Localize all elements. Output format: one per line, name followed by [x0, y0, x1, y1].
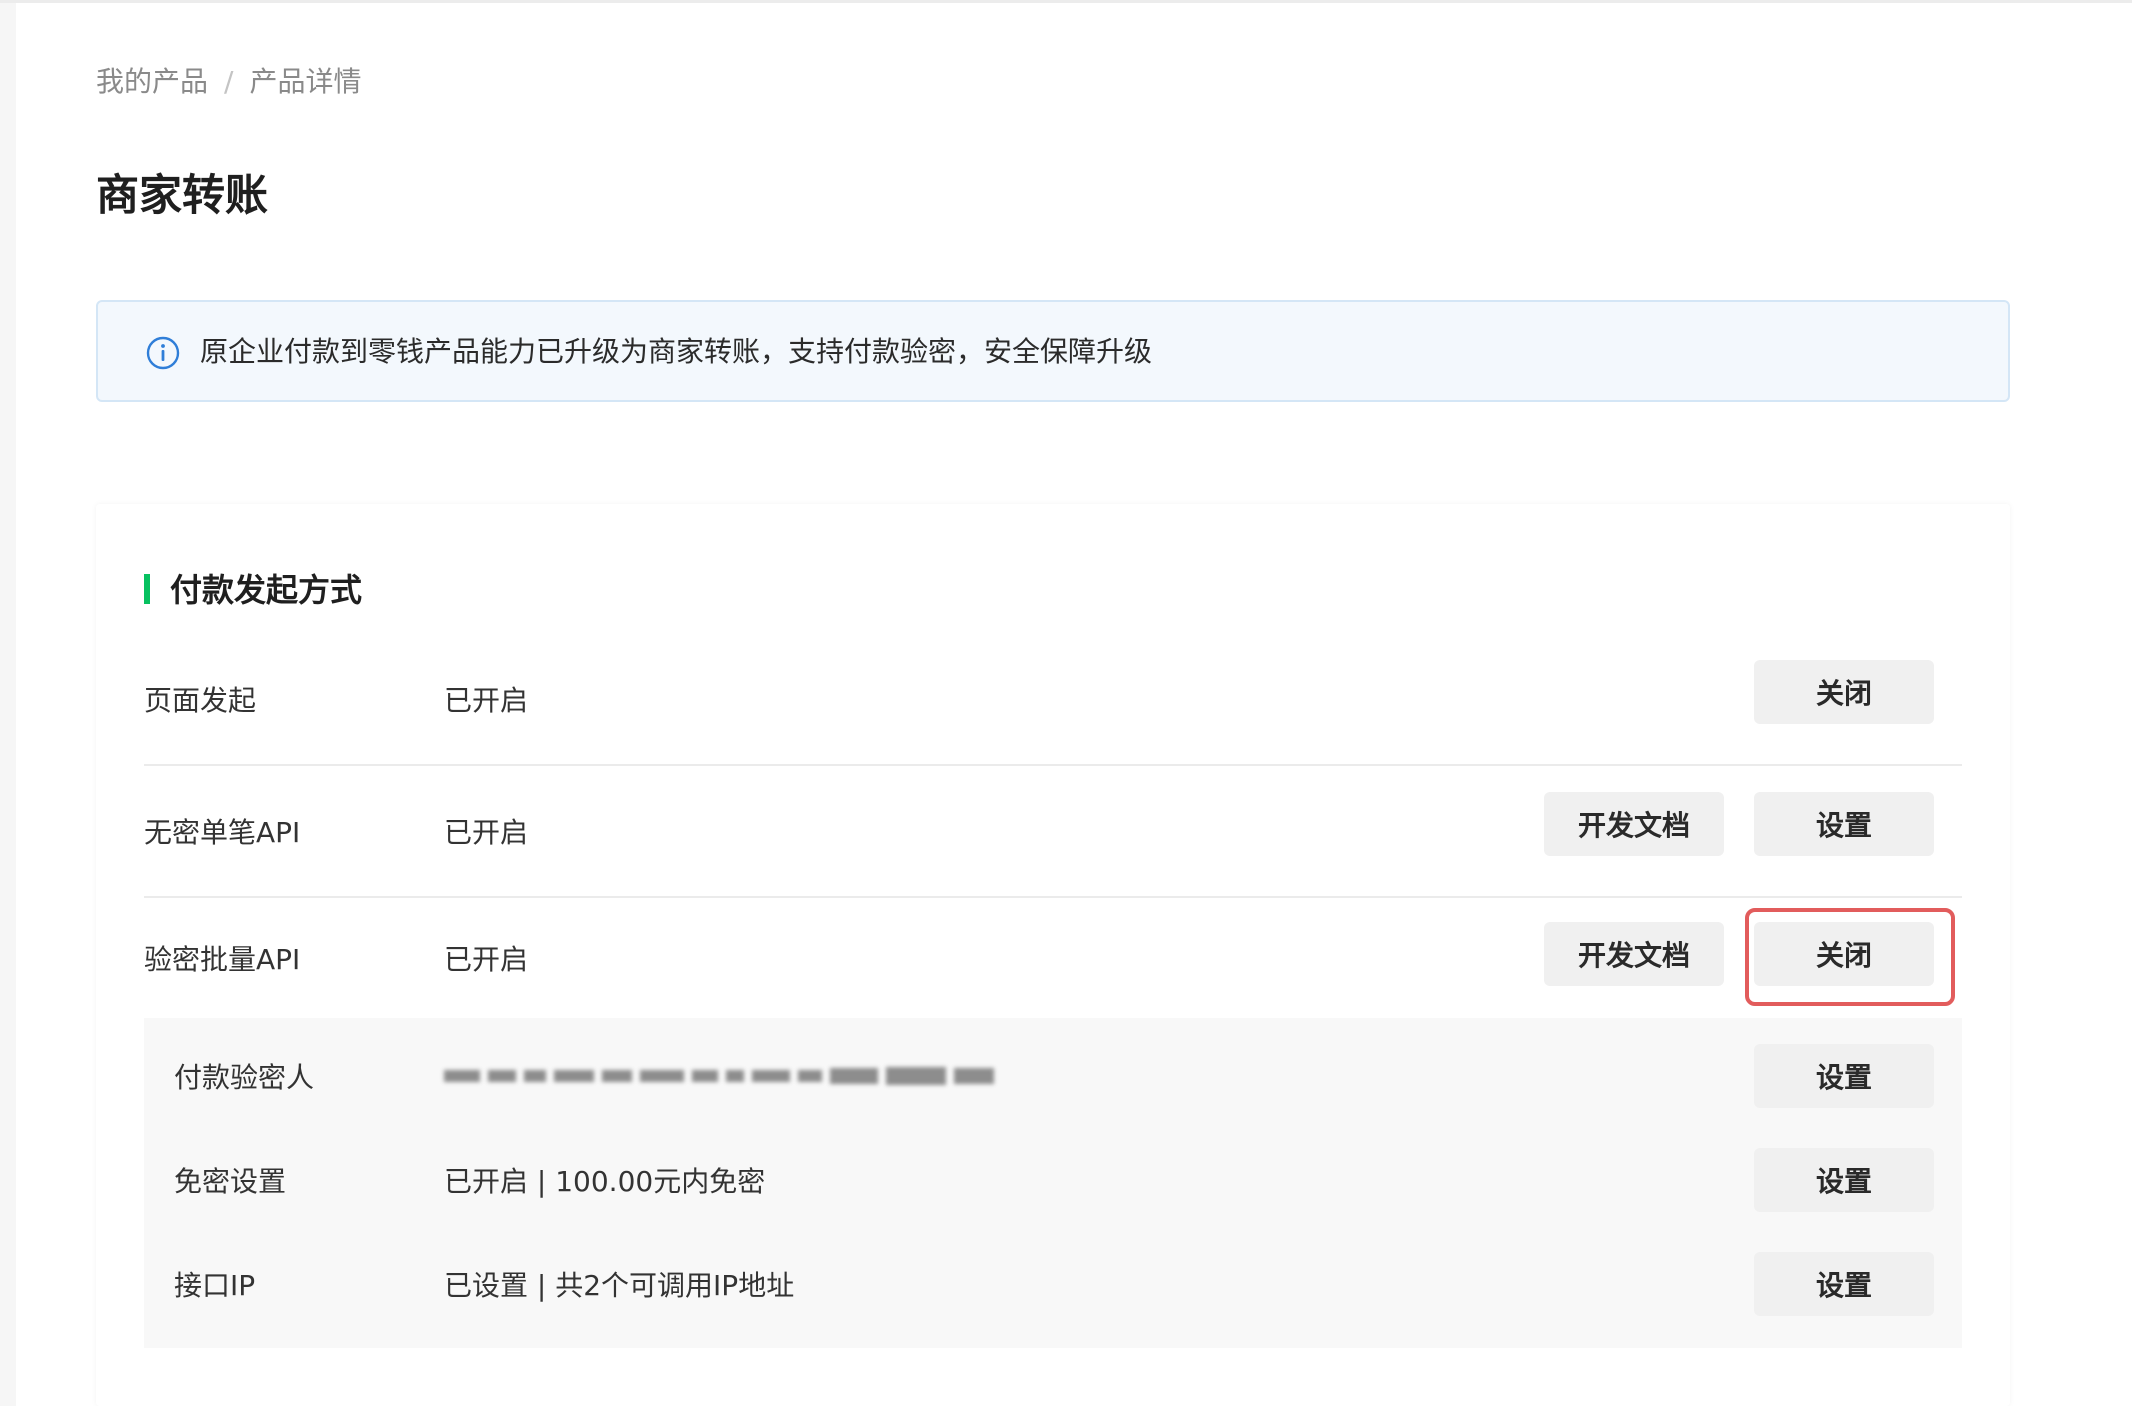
- dev-docs-button[interactable]: 开发文档: [1544, 922, 1724, 986]
- left-edge-strip: [0, 3, 16, 1406]
- sub-row-label: 接口IP: [174, 1269, 256, 1302]
- batch-api-sub-panel: 付款验密人 设置 免密设置 已开启 | 100.00元内免密 设置 接口IP 已…: [144, 1018, 1962, 1348]
- breadcrumb-item-my-products[interactable]: 我的产品: [96, 65, 208, 98]
- dev-docs-button[interactable]: 开发文档: [1544, 792, 1724, 856]
- row-label: 无密单笔API: [144, 816, 301, 849]
- close-button[interactable]: 关闭: [1754, 922, 1934, 986]
- row-page-initiate: 页面发起 已开启 关闭: [144, 634, 1962, 766]
- row-status: 已开启: [444, 816, 529, 849]
- sub-row-label: 付款验密人: [174, 1061, 315, 1094]
- row-label: 页面发起: [144, 684, 257, 717]
- row-status: 已开启: [444, 943, 529, 976]
- row-label: 验密批量API: [144, 943, 301, 976]
- settings-button[interactable]: 设置: [1754, 1148, 1934, 1212]
- row-status: 已开启: [444, 684, 529, 717]
- info-icon: [146, 336, 180, 370]
- obscured-value: [444, 1026, 1002, 1126]
- section-title-text: 付款发起方式: [170, 571, 363, 609]
- settings-button[interactable]: 设置: [1754, 1252, 1934, 1316]
- row-no-password-single-api: 无密单笔API 已开启 开发文档 设置: [144, 766, 1962, 898]
- sub-row-password-free: 免密设置 已开启 | 100.00元内免密 设置: [144, 1130, 1962, 1230]
- breadcrumb: 我的产品 / 产品详情: [96, 62, 361, 102]
- notice-text: 原企业付款到零钱产品能力已升级为商家转账，支持付款验密，安全保障升级: [200, 335, 1153, 368]
- section-accent-bar: [144, 574, 150, 604]
- payment-methods-card: 付款发起方式 页面发起 已开启 关闭 无密单笔API 已开启 开发文档 设置 验…: [96, 504, 2010, 1406]
- sub-row-value: 已开启 | 100.00元内免密: [444, 1165, 766, 1198]
- top-divider: [0, 0, 2132, 3]
- settings-button[interactable]: 设置: [1754, 792, 1934, 856]
- sub-row-label: 免密设置: [174, 1165, 287, 1198]
- section-title: 付款发起方式: [144, 564, 362, 616]
- sub-row-value: 已设置 | 共2个可调用IP地址: [444, 1269, 795, 1302]
- breadcrumb-item-product-details: 产品详情: [249, 65, 362, 98]
- sub-row-payment-verifier: 付款验密人 设置: [144, 1026, 1962, 1126]
- info-notice: 原企业付款到零钱产品能力已升级为商家转账，支持付款验密，安全保障升级: [96, 300, 2010, 402]
- row-verified-batch-api: 验密批量API 已开启 开发文档 关闭: [144, 898, 1962, 1018]
- close-button[interactable]: 关闭: [1754, 660, 1934, 724]
- page-title: 商家转账: [96, 171, 268, 221]
- settings-button[interactable]: 设置: [1754, 1044, 1934, 1108]
- breadcrumb-separator: /: [224, 65, 234, 98]
- sub-row-api-ip: 接口IP 已设置 | 共2个可调用IP地址 设置: [144, 1234, 1962, 1334]
